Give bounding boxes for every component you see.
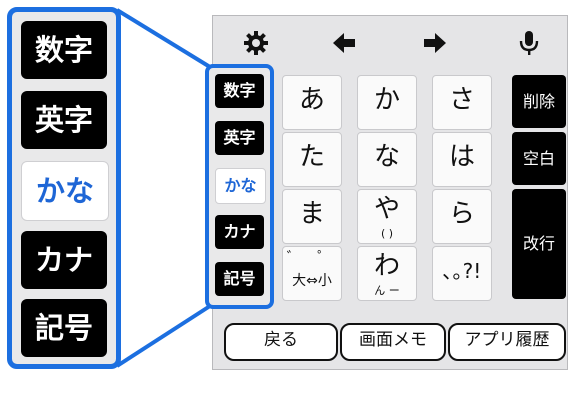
zoom-callout: 数字 英字 かな カナ 記号: [7, 7, 121, 369]
connector-line-bottom: [115, 304, 212, 368]
back-button[interactable]: 戻る: [224, 323, 338, 361]
microphone-icon[interactable]: [516, 30, 542, 56]
key-a[interactable]: あ: [282, 75, 342, 130]
key-ma-label: ま: [298, 199, 325, 229]
key-punctuation[interactable]: ､｡?!: [432, 246, 492, 301]
key-dakuten[interactable]: ゛ ゜ 大⇔小: [282, 246, 342, 301]
key-ka-label: か: [373, 85, 400, 115]
key-wa-sublabel: ん ー: [374, 284, 400, 297]
key-punctuation-label: ､｡?!: [442, 259, 482, 283]
space-key[interactable]: 空白: [512, 132, 566, 185]
key-ta-label: た: [298, 142, 325, 172]
mode-key-numbers[interactable]: 数字: [215, 74, 264, 108]
zoom-key-katakana: カナ: [21, 231, 107, 289]
gear-icon[interactable]: [243, 30, 269, 56]
mode-key-symbols[interactable]: 記号: [215, 262, 264, 296]
enter-key[interactable]: 改行: [512, 189, 566, 299]
key-dakuten-label: 大⇔小: [292, 273, 332, 289]
arrow-left-icon[interactable]: [331, 30, 357, 56]
screen-memo-button[interactable]: 画面メモ: [340, 323, 446, 361]
key-a-label: あ: [298, 85, 325, 115]
key-dakuten-marks: ゛ ゜: [286, 250, 338, 266]
key-ha-label: は: [448, 142, 475, 172]
key-ya[interactable]: や ( ): [357, 189, 417, 244]
key-na[interactable]: な: [357, 132, 417, 187]
zoom-key-hiragana: かな: [21, 161, 109, 221]
key-ta[interactable]: た: [282, 132, 342, 187]
zoom-key-symbols: 記号: [21, 299, 107, 357]
arrow-right-icon[interactable]: [422, 30, 448, 56]
delete-key[interactable]: 削除: [512, 75, 566, 128]
mode-key-alphabet[interactable]: 英字: [215, 121, 264, 155]
key-wa-label: わ: [373, 251, 400, 281]
mode-key-katakana[interactable]: カナ: [215, 215, 264, 249]
key-ra[interactable]: ら: [432, 189, 492, 244]
key-ka[interactable]: か: [357, 75, 417, 130]
key-ya-sublabel: ( ): [380, 227, 394, 240]
zoom-key-numbers: 数字: [21, 21, 107, 79]
zoom-key-alphabet: 英字: [21, 91, 107, 149]
key-wa[interactable]: わ ん ー: [357, 246, 417, 301]
key-ha[interactable]: は: [432, 132, 492, 187]
app-history-button[interactable]: アプリ履歴: [448, 323, 566, 361]
key-na-label: な: [373, 142, 400, 172]
key-sa-label: さ: [448, 85, 475, 115]
key-ma[interactable]: ま: [282, 189, 342, 244]
connector-line-top: [115, 8, 212, 69]
key-ya-label: や: [373, 194, 400, 224]
key-ra-label: ら: [448, 199, 475, 229]
key-sa[interactable]: さ: [432, 75, 492, 130]
mode-key-hiragana[interactable]: かな: [215, 168, 266, 204]
mode-panel: 数字 英字 かな カナ 記号: [205, 64, 274, 309]
